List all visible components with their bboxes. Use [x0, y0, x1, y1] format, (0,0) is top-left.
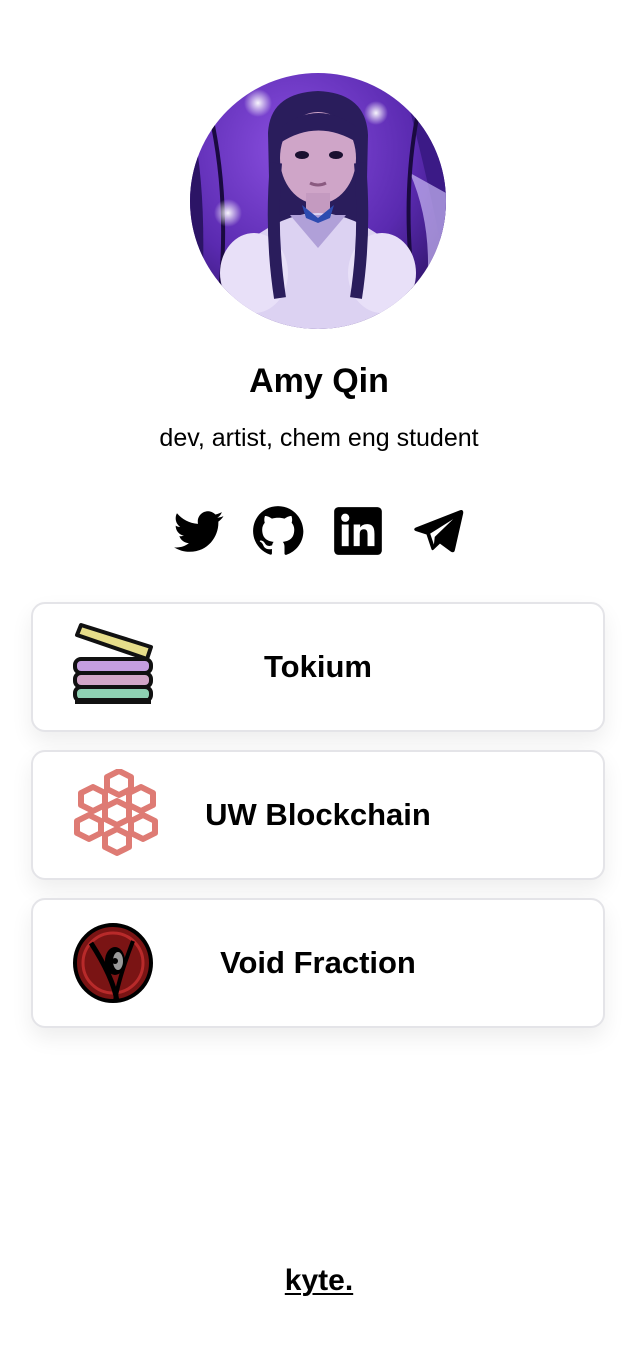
footer-brand: kyte.	[0, 1264, 638, 1298]
github-link[interactable]	[252, 505, 304, 557]
telegram-link[interactable]	[412, 505, 464, 557]
link-label: Tokium	[264, 649, 372, 684]
link-label: Void Fraction	[220, 945, 416, 980]
twitter-icon	[173, 511, 224, 552]
github-icon	[253, 506, 304, 555]
linkedin-icon	[334, 507, 382, 555]
twitter-link[interactable]	[172, 505, 224, 557]
link-card-uw-blockchain[interactable]: UW Blockchain	[31, 750, 605, 880]
profile-bio: dev, artist, chem eng student	[159, 424, 479, 452]
social-links	[0, 505, 638, 557]
link-label: UW Blockchain	[205, 797, 431, 832]
link-card-void-fraction[interactable]: Void Fraction	[31, 898, 605, 1028]
kyte-brand-link[interactable]: kyte.	[285, 1264, 353, 1297]
link-card-tokium[interactable]: Tokium	[31, 602, 605, 732]
profile-avatar	[190, 73, 446, 329]
telegram-icon	[414, 510, 464, 553]
profile-name: Amy Qin	[249, 362, 389, 400]
linkedin-link[interactable]	[332, 505, 384, 557]
